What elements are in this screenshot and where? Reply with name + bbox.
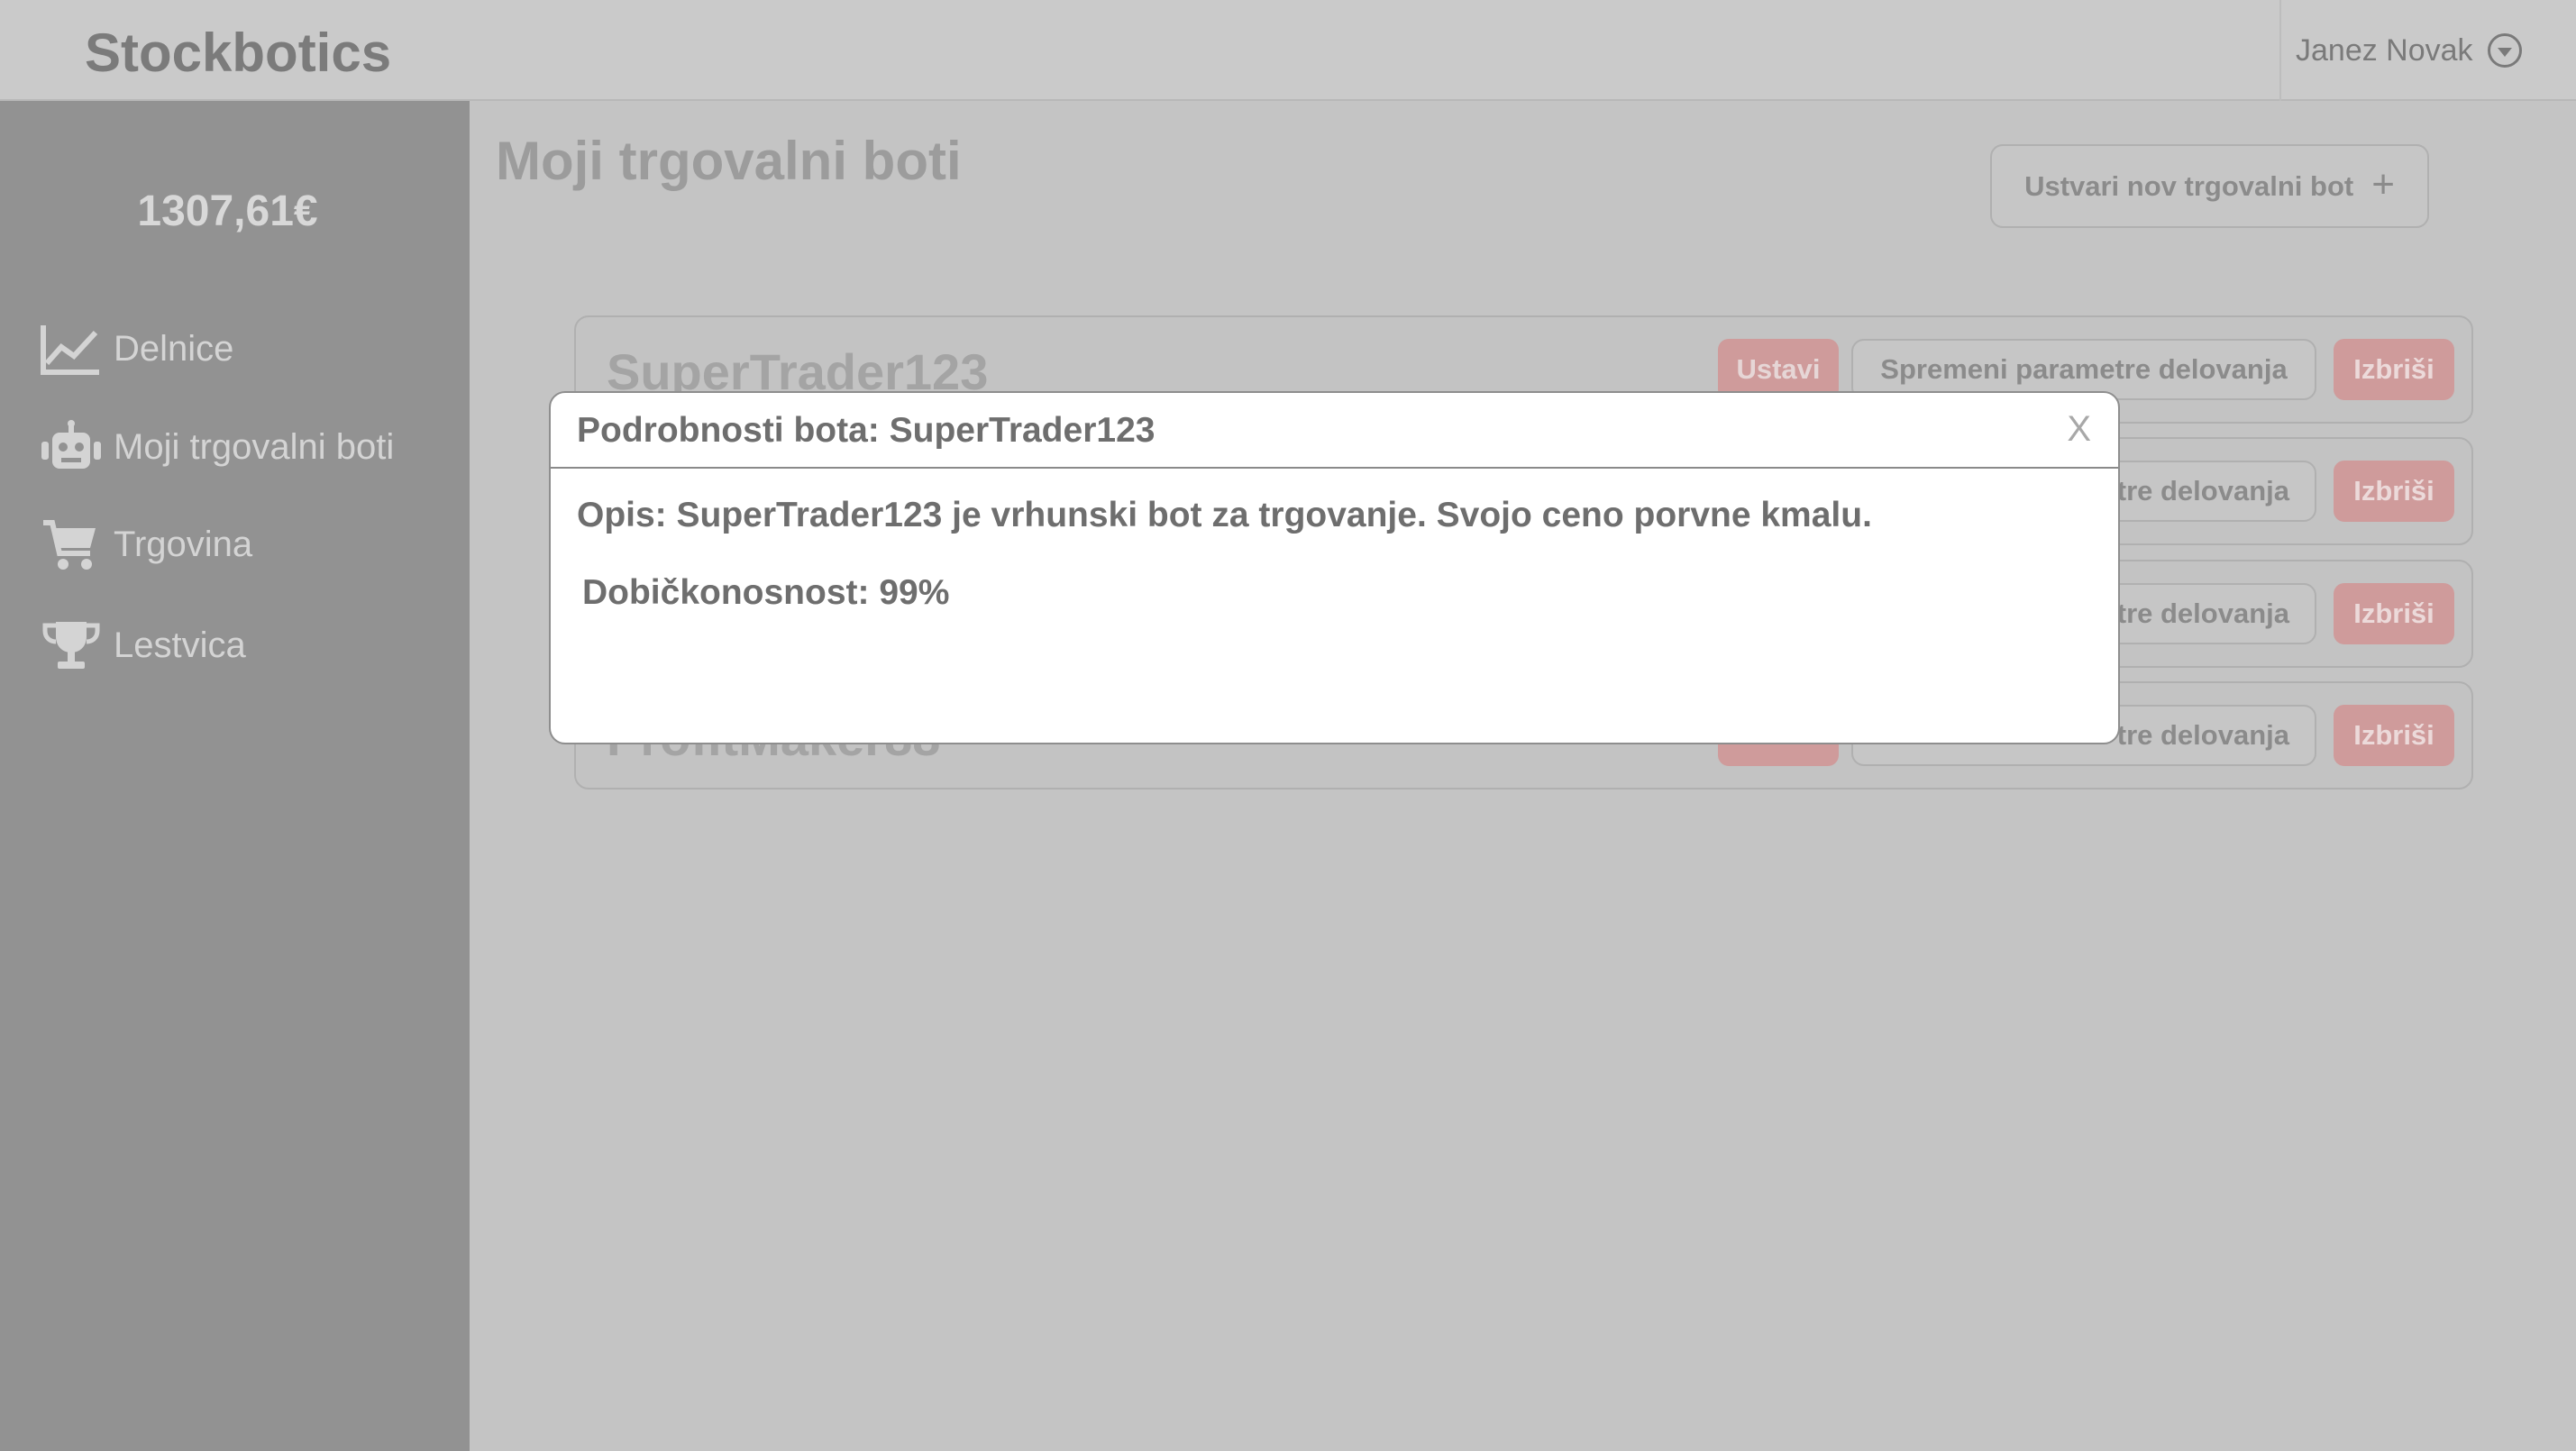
modal-title: Podrobnosti bota: SuperTrader123 bbox=[577, 411, 1156, 450]
cart-icon bbox=[43, 520, 96, 570]
chevron-down-icon[interactable] bbox=[2487, 33, 2522, 68]
app-window: Stockbotics Janez Novak 1307,61€ Delnice bbox=[0, 0, 2576, 1451]
sidebar-item-label: Lestvica bbox=[114, 625, 246, 665]
sidebar-item-trgovina[interactable]: Trgovina bbox=[40, 517, 252, 571]
bot-profitability: Dobičkonosnost: 99% bbox=[582, 573, 950, 612]
sidebar-item-label: Trgovina bbox=[114, 524, 253, 564]
delete-bot-button[interactable]: Izbriši bbox=[2334, 461, 2454, 522]
create-bot-button[interactable]: Ustvari nov trgovalni bot + bbox=[1990, 144, 2429, 228]
delete-bot-button[interactable]: Izbriši bbox=[2334, 583, 2454, 644]
robot-icon bbox=[41, 420, 101, 469]
top-header: Stockbotics Janez Novak bbox=[0, 0, 2576, 101]
sidebar-item-label: Moji trgovalni boti bbox=[114, 426, 395, 467]
delete-bot-button[interactable]: Izbriši bbox=[2334, 705, 2454, 766]
sidebar: 1307,61€ Delnice Moji trgovalni boti Trg… bbox=[0, 101, 470, 1451]
plus-icon: + bbox=[2371, 161, 2395, 206]
modal-header: Podrobnosti bota: SuperTrader123 X bbox=[551, 393, 2118, 469]
user-menu[interactable]: Janez Novak bbox=[2279, 0, 2576, 101]
user-name: Janez Novak bbox=[2296, 32, 2473, 68]
bot-details-modal: Podrobnosti bota: SuperTrader123 X Opis:… bbox=[549, 391, 2120, 744]
app-logo[interactable]: Stockbotics bbox=[85, 22, 391, 84]
page-title: Moji trgovalni boti bbox=[496, 131, 962, 191]
sidebar-item-lestvica[interactable]: Lestvica bbox=[40, 618, 246, 672]
bot-description: Opis: SuperTrader123 je vrhunski bot za … bbox=[577, 496, 1872, 534]
trophy-icon bbox=[42, 622, 100, 669]
sidebar-item-boti[interactable]: Moji trgovalni boti bbox=[40, 420, 394, 474]
chart-line-icon bbox=[41, 325, 99, 375]
close-icon[interactable]: X bbox=[2067, 409, 2091, 450]
delete-bot-button[interactable]: Izbriši bbox=[2334, 339, 2454, 400]
sidebar-item-label: Delnice bbox=[114, 328, 234, 369]
account-balance: 1307,61€ bbox=[137, 187, 318, 235]
create-bot-label: Ustvari nov trgovalni bot bbox=[2024, 169, 2354, 202]
sidebar-item-delnice[interactable]: Delnice bbox=[40, 322, 233, 376]
